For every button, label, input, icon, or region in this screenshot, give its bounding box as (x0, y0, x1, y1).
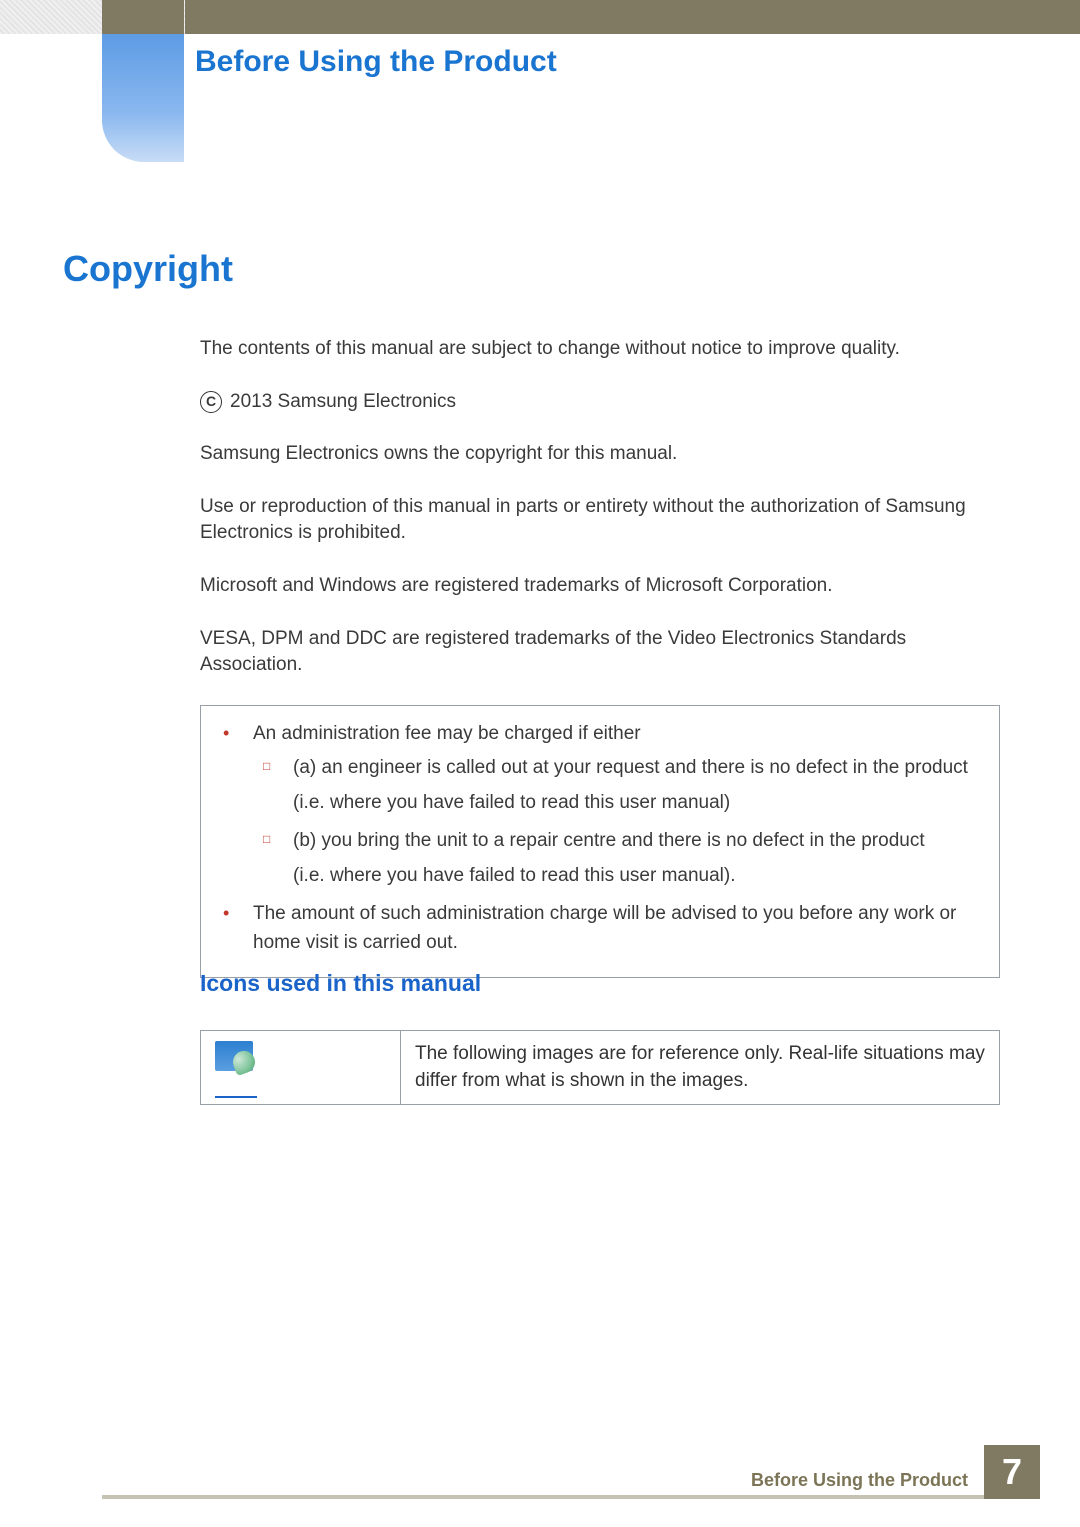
paragraph: Use or reproduction of this manual in pa… (200, 494, 1000, 547)
subsection-title-icons: Icons used in this manual (200, 970, 481, 997)
icon-cell (201, 1031, 401, 1104)
sub-list-item-text: (a) an engineer is called out at your re… (293, 754, 979, 783)
section-title-copyright: Copyright (63, 248, 233, 290)
list-item-text: The amount of such administration charge… (253, 900, 979, 957)
list-item: • An administration fee may be charged i… (209, 720, 979, 749)
list-item-text: An administration fee may be charged if … (253, 720, 979, 749)
bullet-icon: • (223, 720, 237, 749)
square-bullet-icon: □ (263, 754, 277, 783)
paragraph: The contents of this manual are subject … (200, 336, 1000, 363)
bullet-icon: • (223, 900, 237, 957)
sub-list-note: (i.e. where you have failed to read this… (209, 862, 979, 891)
sub-list-note: (i.e. where you have failed to read this… (209, 789, 979, 818)
paragraph: VESA, DPM and DDC are registered tradema… (200, 626, 1000, 679)
reference-image-icon (215, 1041, 253, 1071)
copyright-line: C 2013 Samsung Electronics (200, 389, 1000, 416)
body-text-block: The contents of this manual are subject … (200, 336, 1000, 978)
icon-underline (215, 1096, 257, 1098)
copyright-symbol-icon: C (200, 391, 222, 413)
copyright-year-text: 2013 Samsung Electronics (230, 389, 456, 416)
icon-description: The following images are for reference o… (401, 1031, 999, 1104)
sub-list-item-text: (b) you bring the unit to a repair centr… (293, 827, 979, 856)
footer-chapter-label: Before Using the Product (751, 1470, 968, 1491)
paragraph: Samsung Electronics owns the copyright f… (200, 441, 1000, 468)
icon-table: The following images are for reference o… (200, 1030, 1000, 1105)
list-item: • The amount of such administration char… (209, 900, 979, 957)
chapter-title: Before Using the Product (185, 34, 1080, 90)
sub-list-item: □ (b) you bring the unit to a repair cen… (209, 827, 979, 856)
footer-divider (102, 1495, 1040, 1499)
chapter-tab-mask (102, 0, 184, 34)
paragraph: Microsoft and Windows are registered tra… (200, 573, 1000, 600)
notice-box: • An administration fee may be charged i… (200, 705, 1000, 979)
square-bullet-icon: □ (263, 827, 277, 856)
page-number: 7 (984, 1445, 1040, 1499)
sub-list-item: □ (a) an engineer is called out at your … (209, 754, 979, 783)
